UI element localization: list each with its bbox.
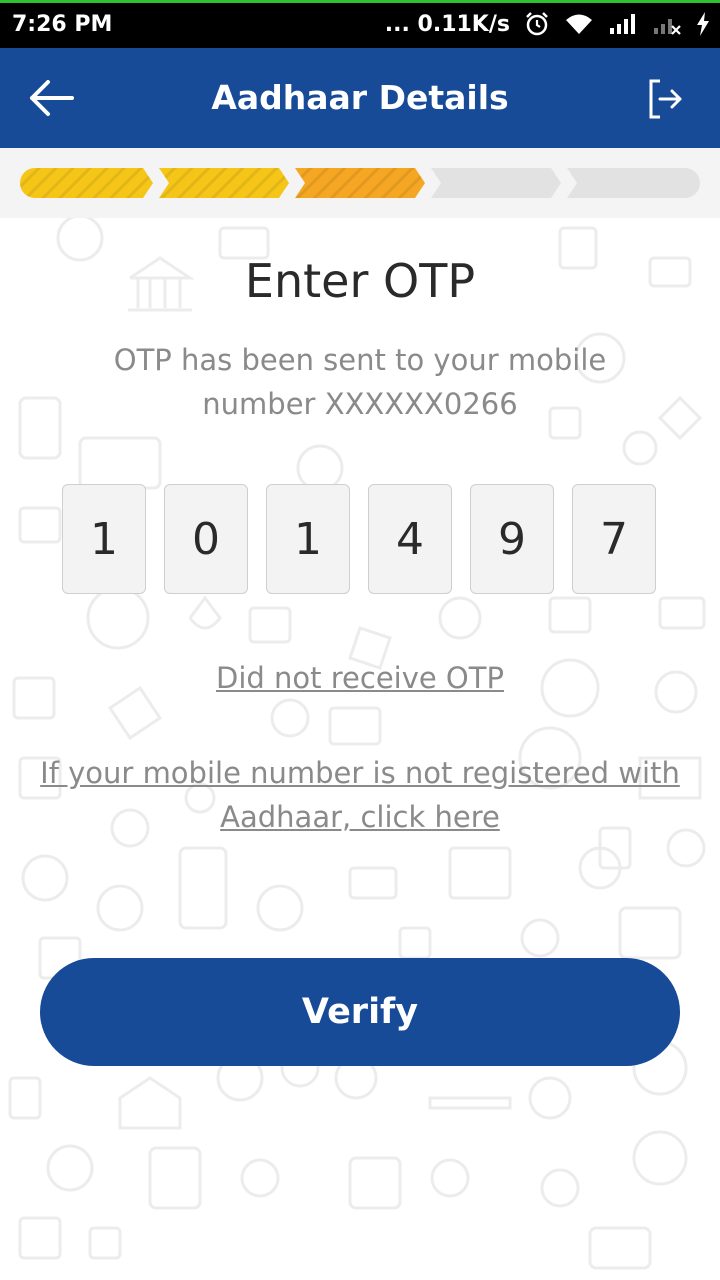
alarm-icon <box>526 12 548 36</box>
signal-no-sim-icon <box>654 19 681 35</box>
page-title: Aadhaar Details <box>211 78 509 117</box>
otp-subtitle: OTP has been sent to your mobile number … <box>100 338 620 426</box>
not-registered-line2: Aadhaar, click here <box>220 800 500 834</box>
charging-icon <box>697 12 709 36</box>
status-icons: ... 0.11K/s <box>385 11 710 37</box>
network-speed: ... 0.11K/s <box>384 11 510 37</box>
otp-content: Enter OTP OTP has been sent to your mobi… <box>0 218 720 1280</box>
otp-subtitle-line1: OTP has been sent to your mobile <box>113 343 607 377</box>
otp-subtitle-line2: number XXXXXX0266 <box>202 387 518 421</box>
signal-icon <box>610 14 635 34</box>
step-progress-bar <box>20 168 700 198</box>
status-bar: 7:26 PM ... 0.11K/s <box>0 0 720 48</box>
otp-digit-1[interactable]: 1 <box>62 484 146 594</box>
progress-strip <box>0 148 720 218</box>
otp-digit-6[interactable]: 7 <box>572 484 656 594</box>
progress-step-5 <box>567 168 700 198</box>
status-time: 7:26 PM <box>12 12 113 37</box>
not-registered-link[interactable]: If your mobile number is not registered … <box>40 751 680 839</box>
progress-step-2 <box>159 168 289 198</box>
otp-digit-5[interactable]: 9 <box>470 484 554 594</box>
otp-digit-2[interactable]: 0 <box>164 484 248 594</box>
otp-input-group: 1 0 1 4 9 7 <box>62 484 658 596</box>
wifi-icon <box>566 14 592 34</box>
progress-step-1 <box>20 168 153 198</box>
progress-step-4 <box>431 168 561 198</box>
not-registered-line1: If your mobile number is not registered … <box>40 756 680 790</box>
otp-digit-3[interactable]: 1 <box>266 484 350 594</box>
arrow-left-icon[interactable] <box>28 78 74 118</box>
app-bar: Aadhaar Details <box>0 48 720 148</box>
verify-button[interactable]: Verify <box>40 958 680 1066</box>
otp-digit-4[interactable]: 4 <box>368 484 452 594</box>
resend-otp-link[interactable]: Did not receive OTP <box>40 656 680 700</box>
progress-step-3 <box>295 168 425 198</box>
otp-heading: Enter OTP <box>244 254 476 308</box>
logout-icon[interactable] <box>648 78 684 120</box>
